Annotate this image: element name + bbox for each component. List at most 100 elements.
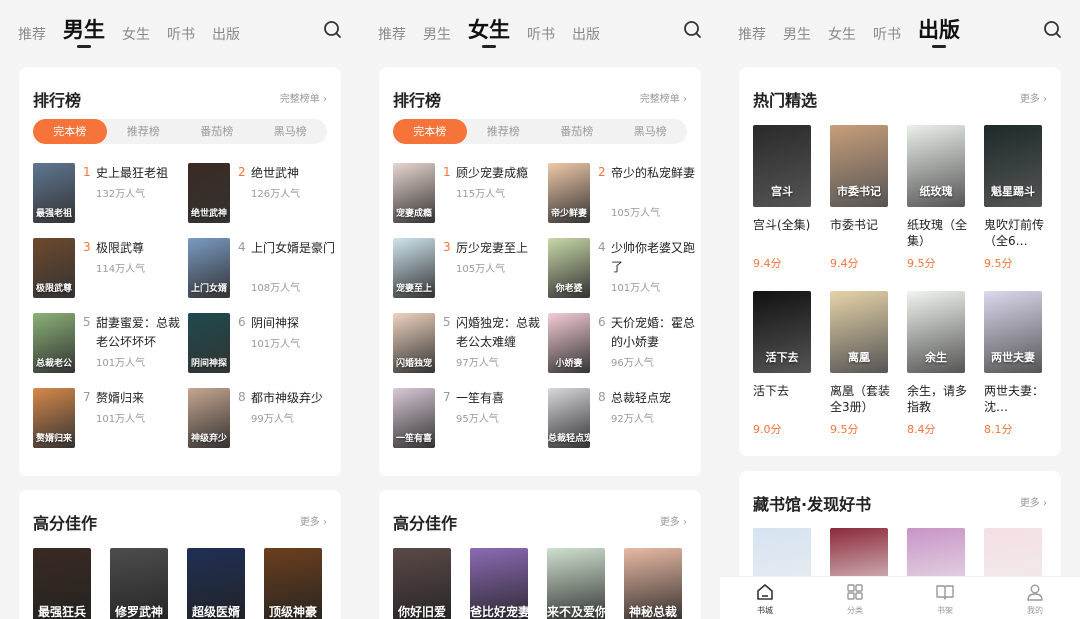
- book-cover[interactable]: 纸玫瑰: [907, 125, 965, 207]
- nav-label: 书架: [937, 606, 953, 615]
- ranking-segment-control: 完本榜 推荐榜 番茄榜 黑马榜: [33, 119, 327, 144]
- tab-publish[interactable]: 出版: [572, 24, 600, 44]
- high-score-title: 高分佳作: [33, 514, 98, 533]
- book-title[interactable]: 余生，请多指教: [907, 383, 973, 415]
- ranking-item[interactable]: 宠妻至上 3 厉少宠妻至上 105万人气: [393, 238, 543, 298]
- book-cover[interactable]: 余生: [907, 291, 965, 373]
- book-cover: 你老婆: [548, 238, 590, 298]
- ranking-item[interactable]: 最强老祖 1 史上最狂老祖 132万人气: [33, 163, 183, 223]
- ranking-item[interactable]: 总裁老公 5 甜妻蜜爱：总裁老公坏坏坏 101万人气: [33, 313, 183, 373]
- ranking-item[interactable]: 神级弃少 8 都市神级弃少 99万人气: [188, 388, 338, 448]
- book-title: 总裁轻点宠: [611, 391, 672, 405]
- ranking-item[interactable]: 帝少鲜妻 2 帝少的私宠鲜妻 105万人气: [548, 163, 698, 223]
- nav-profile[interactable]: 我的: [1005, 582, 1065, 616]
- ranking-item[interactable]: 阴间神探 6 阴间神探 101万人气: [188, 313, 338, 373]
- ranking-item[interactable]: 你老婆 4 少帅你老婆又跑了 101万人气: [548, 238, 698, 298]
- segment-completed[interactable]: 完本榜: [33, 119, 107, 144]
- book-cover: 上门女婿: [188, 238, 230, 298]
- search-icon[interactable]: [683, 20, 703, 40]
- book-cover[interactable]: 神秘总裁: [624, 548, 682, 619]
- book-cover[interactable]: 修罗武神: [110, 548, 168, 619]
- tab-male[interactable]: 男生: [423, 24, 451, 44]
- book-cover[interactable]: 顶级神豪: [264, 548, 322, 619]
- tab-male[interactable]: 男生: [783, 24, 811, 44]
- book-title[interactable]: 活下去: [753, 383, 819, 399]
- ranking-item[interactable]: 极限武尊 3 极限武尊 114万人气: [33, 238, 183, 298]
- segment-darkhorse[interactable]: 黑马榜: [614, 119, 688, 144]
- tab-female[interactable]: 女生: [828, 24, 856, 44]
- hot-picks-more-link[interactable]: 更多 ›: [1020, 90, 1047, 105]
- book-title: 绝世武神: [251, 166, 300, 180]
- ranking-card: 排行榜 完整榜单 › 完本榜 推荐榜 番茄榜 黑马榜 宠妻成瘾 1 顾少宠妻成瘾…: [379, 67, 701, 476]
- book-title: 厉少宠妻至上: [456, 241, 529, 255]
- book-cover[interactable]: 活下去: [753, 291, 811, 373]
- segment-fanqie[interactable]: 番茄榜: [540, 119, 614, 144]
- ranking-item[interactable]: 总裁轻点宠 8 总裁轻点宠 92万人气: [548, 388, 698, 448]
- segment-recommended[interactable]: 推荐榜: [107, 119, 181, 144]
- tab-publish[interactable]: 出版: [918, 14, 960, 48]
- nav-bookstore[interactable]: 书城: [735, 582, 795, 616]
- book-title[interactable]: 鬼吹灯前传（全6…: [984, 217, 1050, 249]
- book-cover[interactable]: 最强狂兵: [33, 548, 91, 619]
- tab-recommend[interactable]: 推荐: [378, 24, 406, 44]
- rank-number: 8: [238, 390, 246, 404]
- hot-picks-card: 热门精选 更多 › 宫斗 宫斗(全集) 9.4分 市委书记 市委书记 9.4分 纸玫…: [739, 67, 1061, 456]
- nav-bookshelf[interactable]: 书架: [915, 582, 975, 616]
- full-ranking-link[interactable]: 完整榜单 ›: [640, 90, 687, 105]
- tab-audiobook[interactable]: 听书: [873, 24, 901, 44]
- nav-category[interactable]: 分类: [825, 582, 885, 616]
- book-cover[interactable]: 市委书记: [830, 125, 888, 207]
- tab-female[interactable]: 女生: [122, 24, 150, 44]
- segment-fanqie[interactable]: 番茄榜: [180, 119, 254, 144]
- rank-number: 4: [598, 240, 606, 254]
- screen-publish: 推荐 男生 女生 听书 出版 热门精选 更多 › 宫斗 宫斗(全集) 9.4分 市…: [720, 0, 1080, 619]
- rank-number: 3: [83, 240, 91, 254]
- tab-audiobook[interactable]: 听书: [167, 24, 195, 44]
- book-cover[interactable]: 来不及爱你: [547, 548, 605, 619]
- ranking-item[interactable]: 绝世武神 2 绝世武神 126万人气: [188, 163, 338, 223]
- tab-audiobook[interactable]: 听书: [527, 24, 555, 44]
- popularity-count: 115万人气: [456, 189, 506, 200]
- library-more-link[interactable]: 更多 ›: [1020, 494, 1047, 509]
- tab-female[interactable]: 女生: [468, 14, 510, 48]
- ranking-item[interactable]: 上门女婿 4 上门女婿是豪门 108万人气: [188, 238, 338, 298]
- ranking-item[interactable]: 宠妻成瘾 1 顾少宠妻成瘾 115万人气: [393, 163, 543, 223]
- tab-male[interactable]: 男生: [63, 14, 105, 48]
- tab-publish[interactable]: 出版: [212, 24, 240, 44]
- full-ranking-link[interactable]: 完整榜单 ›: [280, 90, 327, 105]
- ranking-item[interactable]: 一笙有喜 7 一笙有喜 95万人气: [393, 388, 543, 448]
- book-cover[interactable]: 离凰: [830, 291, 888, 373]
- book-title: 一笙有喜: [456, 391, 505, 405]
- high-score-more-link[interactable]: 更多 ›: [660, 513, 687, 528]
- ranking-item[interactable]: 小娇妻 6 天价宠婚：霍总的小娇妻 96万人气: [548, 313, 698, 373]
- book-cover[interactable]: 爸比好宠妻: [470, 548, 528, 619]
- rank-number: 4: [238, 240, 246, 254]
- book-title[interactable]: 两世夫妻：沈…: [984, 383, 1050, 415]
- book-title[interactable]: 宫斗(全集): [753, 217, 819, 233]
- book-cover: 帝少鲜妻: [548, 163, 590, 223]
- book-title[interactable]: 市委书记: [830, 217, 896, 233]
- high-score-more-link[interactable]: 更多 ›: [300, 513, 327, 528]
- ranking-item[interactable]: 赘婿归来 7 赘婿归来 101万人气: [33, 388, 183, 448]
- book-cover: 赘婿归来: [33, 388, 75, 448]
- segment-darkhorse[interactable]: 黑马榜: [254, 119, 328, 144]
- book-cover: 最强老祖: [33, 163, 75, 223]
- book-cover[interactable]: 你好旧爱: [393, 548, 451, 619]
- tab-recommend[interactable]: 推荐: [18, 24, 46, 44]
- book-title[interactable]: 离凰（套装全3册）: [830, 383, 896, 415]
- segment-recommended[interactable]: 推荐榜: [467, 119, 541, 144]
- book-title: 上门女婿是豪门: [251, 241, 336, 255]
- book-score: 9.0分: [753, 423, 782, 436]
- book-cover[interactable]: 超级医婿: [187, 548, 245, 619]
- segment-completed[interactable]: 完本榜: [393, 119, 467, 144]
- tab-recommend[interactable]: 推荐: [738, 24, 766, 44]
- ranking-item[interactable]: 闪婚独宠 5 闪婚独宠：总裁老公太难缠 97万人气: [393, 313, 543, 373]
- search-icon[interactable]: [1043, 20, 1063, 40]
- book-cover[interactable]: 两世夫妻: [984, 291, 1042, 373]
- top-tabs: 推荐 男生 女生 听书 出版: [720, 0, 1080, 62]
- book-cover[interactable]: 魁星踢斗: [984, 125, 1042, 207]
- book-title[interactable]: 纸玫瑰（全集）: [907, 217, 973, 249]
- search-icon[interactable]: [323, 20, 343, 40]
- popularity-count: 95万人气: [456, 414, 499, 425]
- book-cover[interactable]: 宫斗: [753, 125, 811, 207]
